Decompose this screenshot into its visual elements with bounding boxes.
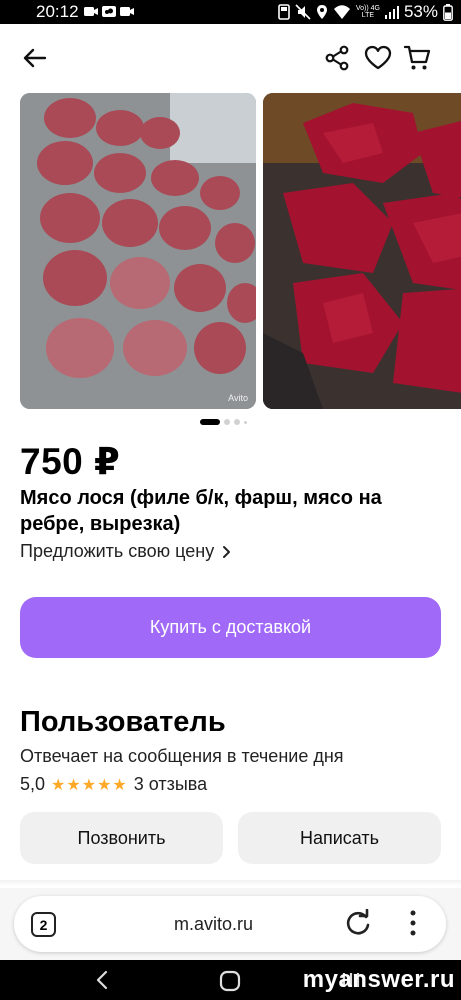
battery-percent: 53% bbox=[403, 2, 438, 21]
cloud-notification-icon bbox=[102, 6, 116, 17]
status-right: Vo)) 4G LTE 53% bbox=[278, 2, 453, 22]
system-back-icon[interactable] bbox=[95, 970, 109, 990]
status-notification-icons bbox=[84, 5, 134, 18]
heart-icon bbox=[364, 45, 392, 70]
url-text[interactable]: m.avito.ru bbox=[174, 914, 253, 935]
ground-meat-bags-image bbox=[20, 93, 256, 409]
offer-price-link[interactable]: Предложить свою цену bbox=[20, 541, 231, 562]
network-top-label: Vo)) 4G bbox=[355, 5, 380, 12]
system-navigation-bar: myanswer.ru bbox=[0, 960, 461, 1000]
wifi-icon bbox=[333, 5, 350, 19]
listing-price: 750 ₽ bbox=[20, 441, 121, 482]
location-icon bbox=[316, 5, 327, 19]
cart-icon bbox=[403, 45, 431, 70]
write-message-button[interactable]: Написать bbox=[238, 812, 441, 864]
gallery-pagination bbox=[200, 419, 247, 425]
buy-with-delivery-button[interactable]: Купить с доставкой bbox=[20, 597, 441, 658]
pagination-dot[interactable] bbox=[234, 419, 240, 425]
offer-price-label: Предложить свою цену bbox=[20, 541, 215, 561]
signal-icon bbox=[384, 6, 399, 19]
pagination-dot[interactable] bbox=[244, 420, 247, 424]
more-menu-icon[interactable] bbox=[409, 909, 417, 937]
network-bottom-label: LTE bbox=[361, 12, 375, 19]
share-icon bbox=[325, 45, 349, 71]
chevron-right-icon bbox=[223, 545, 231, 558]
seller-rating[interactable]: 5,0 ★★★★★ 3 отзыва bbox=[20, 774, 207, 795]
system-home-icon[interactable] bbox=[219, 970, 241, 992]
pagination-dot-active[interactable] bbox=[200, 419, 220, 425]
rating-value: 5,0 bbox=[20, 774, 46, 794]
address-bar[interactable]: 2 m.avito.ru bbox=[14, 896, 446, 952]
share-button[interactable] bbox=[320, 41, 354, 75]
status-time: 20:12 bbox=[36, 2, 79, 21]
mute-icon bbox=[295, 4, 311, 20]
reload-icon[interactable] bbox=[344, 909, 372, 937]
site-watermark: myanswer.ru bbox=[302, 966, 455, 993]
photo-watermark: Avito bbox=[228, 393, 248, 403]
video-notification-icon-2 bbox=[120, 7, 134, 16]
rating-stars-icon: ★★★★★ bbox=[51, 776, 128, 794]
seller-reply-time: Отвечает на сообщения в течение дня bbox=[20, 746, 344, 766]
photo-gallery[interactable]: Avito bbox=[20, 93, 461, 409]
top-navigation bbox=[0, 24, 461, 92]
battery-icon bbox=[443, 3, 453, 21]
back-arrow-icon bbox=[23, 48, 47, 68]
listing-title: Мясо лося (филе б/к, фарш, мясо на ребре… bbox=[20, 487, 382, 535]
browser-toolbar: 2 m.avito.ru bbox=[0, 888, 461, 960]
pagination-dot[interactable] bbox=[224, 419, 230, 425]
listing-photo-meat-chunks[interactable] bbox=[263, 93, 461, 409]
meat-chunks-image bbox=[263, 93, 461, 409]
favorite-button[interactable] bbox=[361, 41, 395, 75]
cart-button[interactable] bbox=[400, 41, 434, 75]
reviews-count: 3 отзыва bbox=[133, 774, 208, 794]
call-button[interactable]: Позвонить bbox=[20, 812, 223, 864]
save-icon bbox=[278, 4, 290, 20]
back-button[interactable] bbox=[18, 41, 52, 75]
network-type: Vo)) 4G LTE bbox=[356, 5, 380, 19]
listing-photo-ground-meat[interactable]: Avito bbox=[20, 93, 256, 409]
tabs-count-button[interactable]: 2 bbox=[31, 912, 56, 937]
seller-name[interactable]: Пользователь bbox=[20, 706, 226, 739]
status-bar: 20:12 Vo)) 4G LTE 53% bbox=[0, 0, 461, 24]
section-divider bbox=[0, 880, 461, 886]
video-notification-icon bbox=[84, 7, 98, 16]
